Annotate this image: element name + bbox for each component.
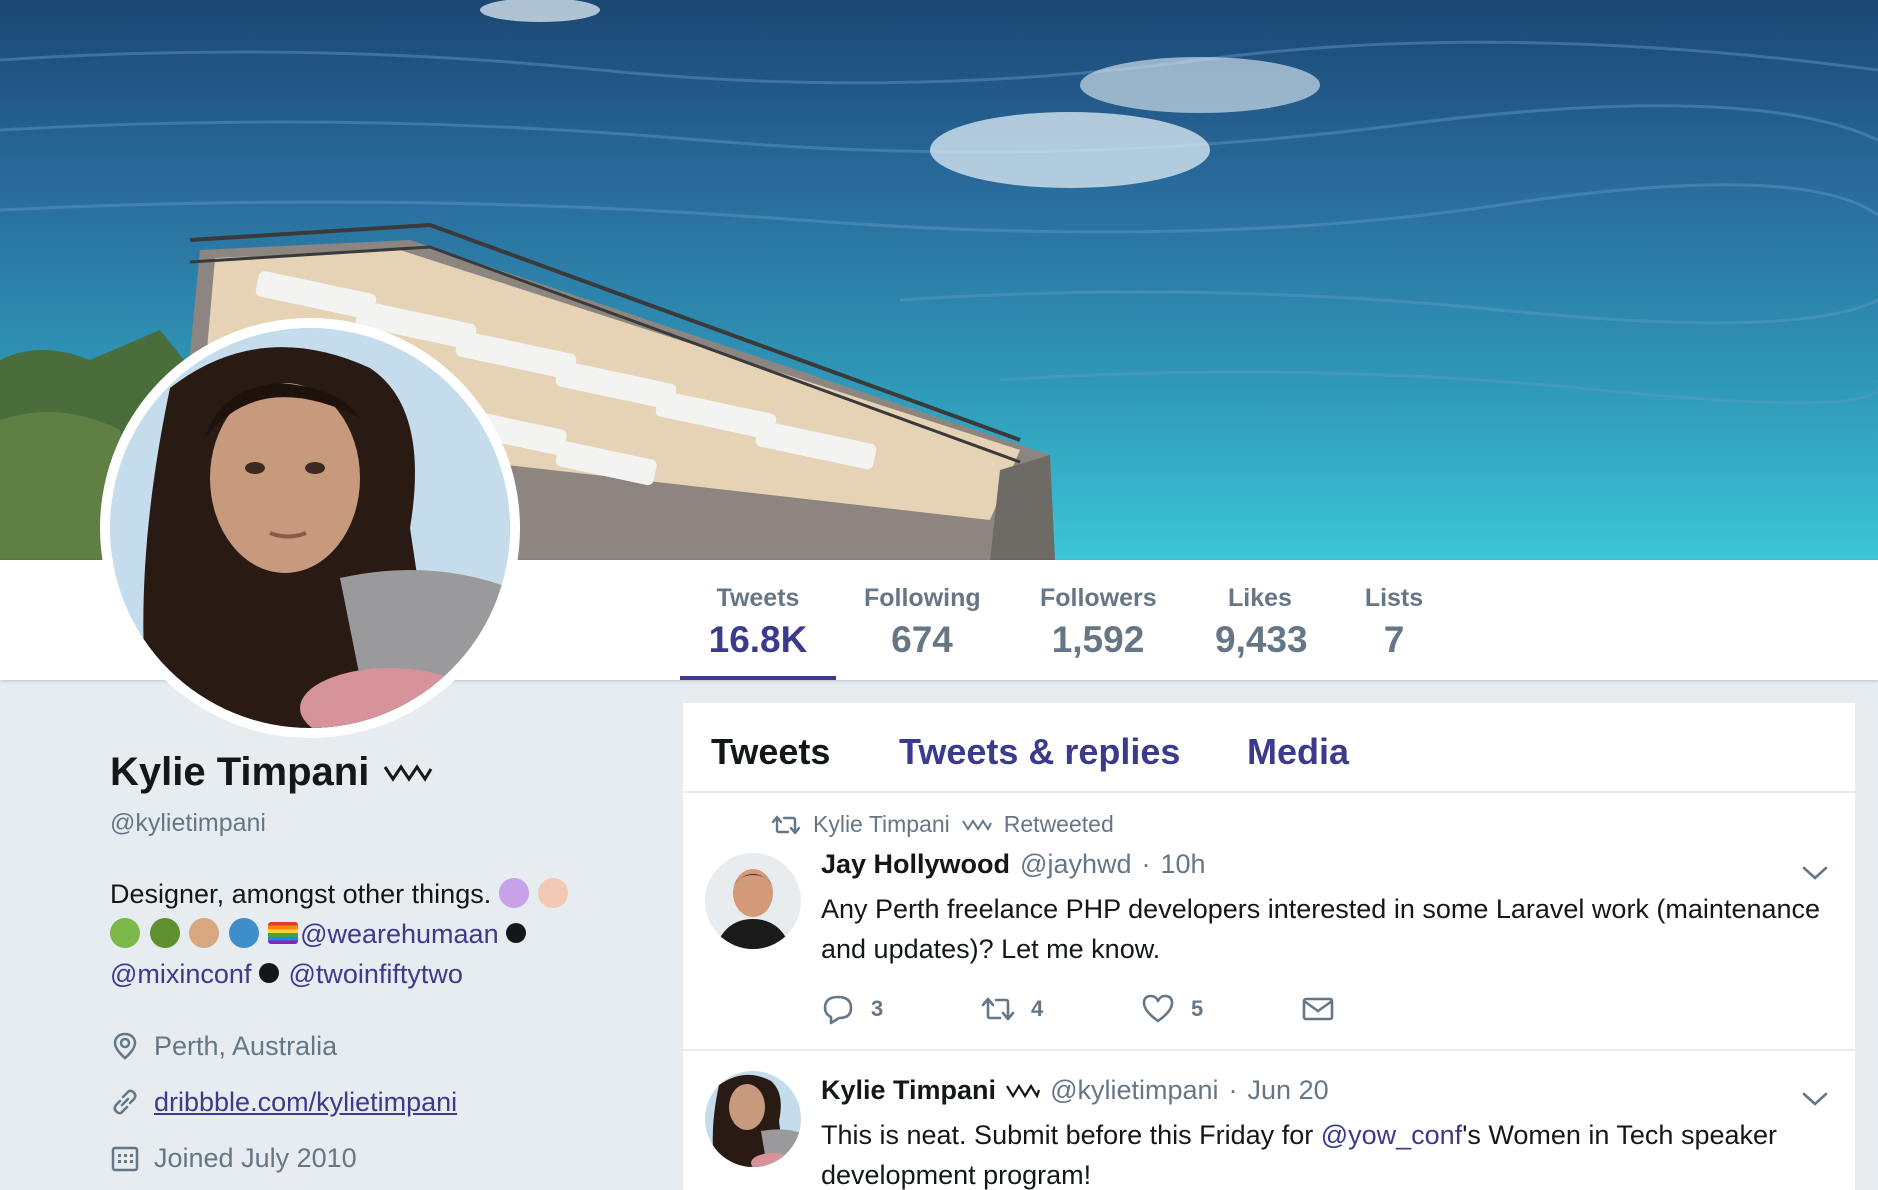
stat-followers-label: Followers [1040,584,1157,612]
stat-lists[interactable]: Lists 7 [1362,584,1426,661]
tweet-header: Kylie Timpani @kylietimpani · Jun 20 [821,1075,1329,1106]
stat-followers[interactable]: Followers 1,592 [1040,584,1157,661]
tweet-timestamp[interactable]: Jun 20 [1248,1075,1329,1106]
chevron-down-icon[interactable] [1801,863,1829,883]
profile-location: Perth, Australia [110,1018,670,1074]
stat-following[interactable]: Following 674 [864,584,981,661]
stat-tweets-label: Tweets [716,584,800,612]
reply-icon [823,995,853,1025]
profile-avatar[interactable] [100,318,520,738]
retweeted-by-name[interactable]: Kylie Timpani [813,811,950,838]
stat-tweets-value: 16.8K [708,619,808,660]
stat-lists-label: Lists [1364,584,1424,612]
tab-media[interactable]: Media [1247,731,1349,773]
calendar-icon [111,1146,139,1172]
envelope-icon [1302,997,1334,1021]
heart-icon [1142,994,1174,1023]
profile-name[interactable]: Kylie Timpani [110,750,369,795]
website-link[interactable]: dribbble.com/kylietimpani [154,1087,457,1118]
retweet-count: 4 [1031,996,1044,1021]
profile-handle[interactable]: @kylietimpani [110,809,670,838]
retweet-button[interactable]: 4 [981,993,1141,1025]
tab-tweets-and-replies[interactable]: Tweets & replies [899,731,1180,773]
bio-mention-wearehumaan[interactable]: @wearehumaan [300,919,499,949]
tweet-author-handle[interactable]: @jayhwd [1020,849,1131,880]
tweet-header: Jay Hollywood @jayhwd · 10h [821,849,1206,880]
stat-following-value: 674 [891,619,953,660]
tweet-timestamp[interactable]: 10h [1161,849,1206,880]
smiley-icon [258,963,279,983]
link-icon [113,1089,137,1115]
woman-tipping-hand-emoji-icon [538,878,569,908]
tweet-actions: 3 4 5 [821,993,1461,1025]
tweet-author-avatar[interactable] [705,1071,801,1167]
profile-website: dribbble.com/kylietimpani [110,1074,670,1130]
bio-text: Designer, amongst other things. [110,879,492,909]
bio-mention-twoinfiftytwo[interactable]: @twoinfiftytwo [288,959,462,989]
reply-button[interactable]: 3 [821,993,981,1025]
profile-bio: Designer, amongst other things. @wearehu… [110,874,670,994]
retweet-icon [771,815,801,834]
reply-count: 3 [871,996,884,1021]
location-text: Perth, Australia [154,1030,338,1061]
stat-likes-label: Likes [1228,584,1292,612]
sparkles-emoji-icon [498,878,529,908]
tweet-text: Any Perth freelance PHP developers inter… [821,894,1821,964]
active-stat-indicator [680,676,836,680]
profile-card: Kylie Timpani @kylietimpani Designer, am… [110,750,670,1186]
squiggle-icon [1006,1083,1041,1099]
tweet-separator: · [1141,849,1151,879]
retweet-icon [981,997,1015,1021]
tweet-author-name[interactable]: Jay Hollywood [821,849,1010,880]
location-pin-icon [113,1032,137,1060]
stat-likes[interactable]: Likes 9,433 [1215,584,1308,661]
tweet-author-handle[interactable]: @kylietimpani [1050,1075,1218,1106]
retweeted-label: Retweeted [1003,811,1114,837]
squiggle-icon [384,763,433,782]
tweet-text-part: This is neat. Submit before this Friday … [821,1120,1321,1150]
smiley-icon [506,923,527,943]
like-button[interactable]: 5 [1141,993,1301,1025]
globe-emoji-icon [228,918,259,948]
timeline: Tweets Tweets & replies Media Kylie Timp… [683,703,1855,1190]
victory-hand-emoji-icon [189,918,220,948]
tweet-separator: · [1228,1075,1238,1105]
stat-lists-value: 7 [1383,619,1405,660]
tweet-author-avatar[interactable] [705,853,801,949]
bio-mention-mixinconf[interactable]: @mixinconf [110,959,251,989]
tweet-item[interactable]: Kylie Timpani Retweeted Jay Hollywood @j… [683,793,1855,1051]
avatar-photo [110,328,510,728]
tab-tweets[interactable]: Tweets [711,731,830,773]
tweet-author-name[interactable]: Kylie Timpani [821,1075,996,1106]
tweet-text: This is neat. Submit before this Friday … [821,1115,1821,1190]
stat-following-label: Following [864,584,981,612]
tweet-item[interactable]: Kylie Timpani @kylietimpani · Jun 20 Thi… [683,1051,1855,1190]
retweet-context: Kylie Timpani Retweeted [771,811,1114,838]
profile-joined: Joined July 2010 [110,1130,670,1186]
stat-likes-value: 9,433 [1215,619,1308,660]
chevron-down-icon[interactable] [1801,1089,1829,1109]
tweet-mention-yow-conf[interactable]: @yow_conf [1321,1120,1462,1150]
direct-message-button[interactable] [1301,993,1461,1025]
stat-followers-value: 1,592 [1051,619,1145,660]
profile-meta: Perth, Australia dribbble.com/kylietimpa… [110,1018,670,1186]
joined-text: Joined July 2010 [154,1142,357,1173]
avocado-emoji-icon [149,918,180,948]
herb-emoji-icon [110,918,140,948]
stat-tweets[interactable]: Tweets 16.8K [708,584,808,661]
timeline-tabs: Tweets Tweets & replies Media [683,703,1855,793]
squiggle-icon [961,818,992,831]
rainbow-flag-emoji-icon [268,922,299,944]
like-count: 5 [1191,996,1204,1021]
